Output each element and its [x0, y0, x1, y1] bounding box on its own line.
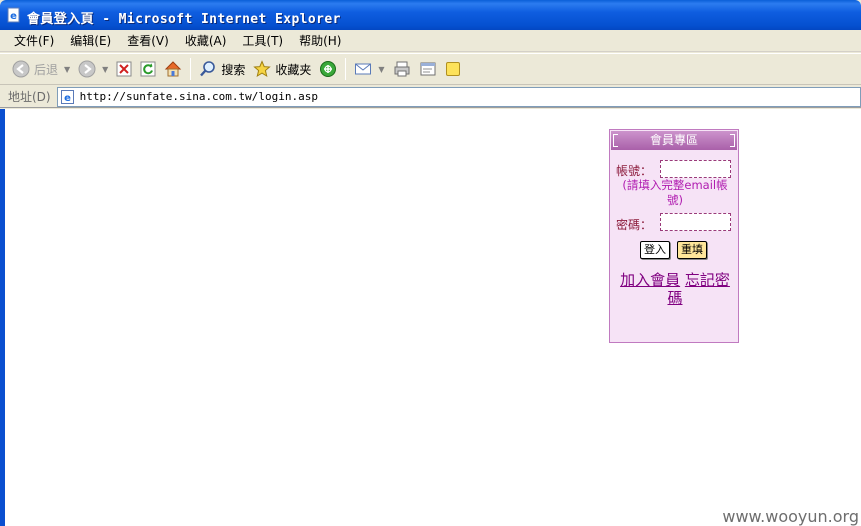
address-label: 地址(D): [8, 90, 51, 104]
password-label: 密碼：: [616, 218, 653, 232]
search-icon: [200, 61, 216, 77]
print-button[interactable]: [389, 56, 415, 82]
menu-edit[interactable]: 编辑(E): [62, 31, 119, 51]
menu-favorites[interactable]: 收藏(A): [177, 31, 235, 51]
address-url[interactable]: http://sunfate.sina.com.tw/login.asp: [80, 90, 318, 103]
header-corner-decoration: [730, 134, 735, 147]
mail-dropdown-icon[interactable]: ▼: [378, 65, 384, 74]
favorites-button[interactable]: 收藏夹: [249, 56, 315, 82]
mail-button[interactable]: ▼: [350, 56, 388, 82]
password-input[interactable]: [660, 213, 731, 231]
media-icon: [320, 61, 337, 77]
back-label: 后退: [34, 62, 59, 77]
media-button[interactable]: [315, 56, 341, 82]
join-member-link[interactable]: 加入會員: [620, 271, 680, 289]
window-title: 會員登入頁 - Microsoft Internet Explorer: [27, 12, 341, 27]
edit-button[interactable]: [415, 56, 441, 82]
member-links: 加入會員 忘記密碼: [613, 271, 737, 307]
toolbar-separator: [190, 58, 192, 80]
stop-button[interactable]: [112, 56, 136, 82]
menu-bar: 文件(F) 编辑(E) 查看(V) 收藏(A) 工具(T) 帮助(H): [0, 30, 861, 52]
back-dropdown-icon[interactable]: ▼: [64, 65, 70, 74]
menu-help[interactable]: 帮助(H): [291, 31, 349, 51]
member-box-title: 會員專區: [649, 133, 698, 147]
address-bar: 地址(D) e http://sunfate.sina.com.tw/login…: [0, 86, 861, 108]
reset-button[interactable]: 重填: [677, 241, 707, 259]
refresh-button[interactable]: [136, 56, 160, 82]
svg-text:e: e: [64, 93, 71, 104]
messenger-button[interactable]: [441, 56, 465, 82]
toolbar: 后退 ▼ ▼ 搜索 收藏夹 ▼: [0, 53, 861, 85]
back-button[interactable]: 后退 ▼: [8, 56, 74, 82]
watermark: www.wooyun.org: [722, 507, 859, 526]
mail-icon: [355, 63, 372, 75]
login-button[interactable]: 登入: [640, 241, 670, 259]
member-box-header: 會員專區: [611, 131, 737, 150]
menu-view[interactable]: 查看(V): [119, 31, 177, 51]
forward-dropdown-icon[interactable]: ▼: [102, 65, 108, 74]
menu-file[interactable]: 文件(F): [6, 31, 62, 51]
svg-text:e: e: [10, 11, 17, 22]
search-button[interactable]: 搜索: [195, 56, 249, 82]
browser-window: e 會員登入頁 - Microsoft Internet Explorer 文件…: [0, 0, 861, 526]
home-button[interactable]: [160, 56, 186, 82]
note-icon: [445, 62, 460, 76]
account-label: 帳號：: [616, 164, 653, 178]
printer-icon: [394, 61, 410, 77]
address-field[interactable]: e http://sunfate.sina.com.tw/login.asp: [56, 86, 861, 107]
home-icon: [165, 61, 182, 77]
edit-page-icon: [420, 62, 436, 76]
account-hint: (請填入完整email帳號): [622, 178, 728, 207]
page-content: 會員專區 帳號： (請填入完整email帳號) 密碼： 登入 重填 加入會員 忘…: [0, 109, 861, 526]
refresh-icon: [140, 61, 156, 77]
stop-icon: [116, 61, 132, 77]
forward-button[interactable]: ▼: [74, 56, 112, 82]
ie-page-icon: e: [60, 89, 74, 104]
search-label: 搜索: [221, 62, 246, 77]
ie-page-icon: e: [7, 7, 20, 23]
title-bar: e 會員登入頁 - Microsoft Internet Explorer: [0, 0, 861, 30]
toolbar-separator: [345, 58, 347, 80]
account-input[interactable]: [660, 160, 731, 178]
back-arrow-icon: [12, 60, 30, 78]
favorites-label: 收藏夹: [275, 62, 312, 77]
forward-arrow-icon: [78, 60, 96, 78]
star-icon: [253, 60, 272, 78]
header-corner-decoration: [613, 134, 618, 147]
member-login-box: 會員專區 帳號： (請填入完整email帳號) 密碼： 登入 重填 加入會員 忘…: [609, 129, 739, 343]
menu-tools[interactable]: 工具(T): [234, 31, 291, 51]
